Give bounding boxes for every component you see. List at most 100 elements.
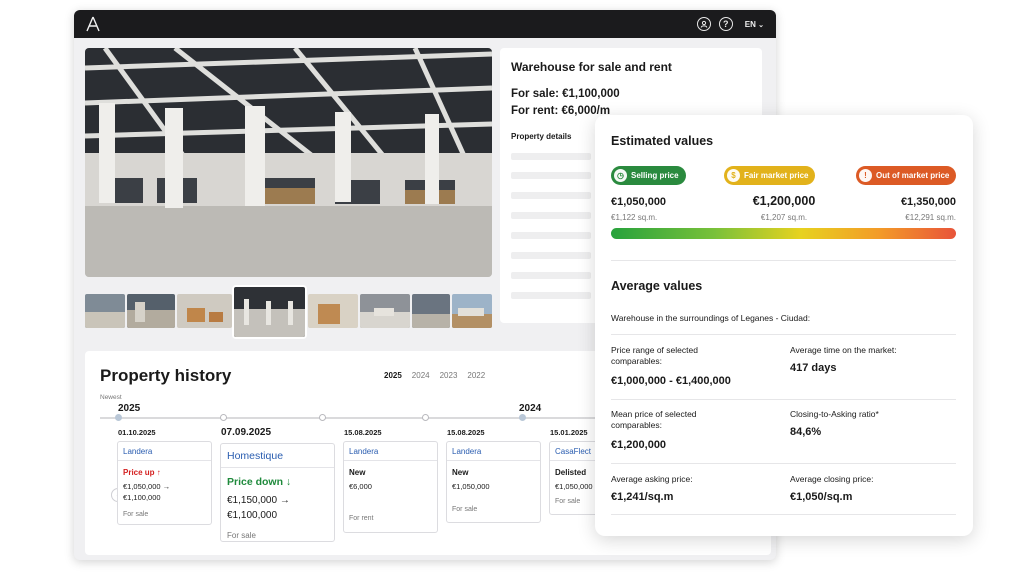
- portal-link[interactable]: Landera: [447, 442, 540, 461]
- history-event-card[interactable]: Landera Price up ↑ €1,050,000 → €1,100,00…: [117, 441, 212, 525]
- metric-value: €1,241/sq.m: [611, 491, 674, 503]
- metric-value: 417 days: [790, 362, 837, 374]
- thumbnail[interactable]: [308, 294, 358, 328]
- sale-price: For sale: €1,100,000: [511, 88, 620, 100]
- timeline-marker: [422, 414, 429, 421]
- portal-link[interactable]: Landera: [118, 442, 211, 461]
- out-of-market-price-value: €1,350,000: [900, 196, 956, 208]
- event-date: 07.09.2025: [221, 427, 272, 438]
- badge-label: Fair market price: [744, 171, 809, 180]
- history-event-card[interactable]: Homestique Price down ↓ €1,150,000 → €1,1…: [220, 443, 335, 542]
- average-values-subtitle: Warehouse in the surroundings of Leganes…: [611, 313, 811, 323]
- price-change: Price down ↓: [227, 476, 292, 488]
- thumbnail[interactable]: [360, 294, 410, 328]
- out-of-market-price-badge: ! Out of market price: [856, 166, 957, 185]
- timeline-marker: [115, 414, 122, 421]
- price-range-gradient-bar: [611, 228, 956, 239]
- timeline-marker: [319, 414, 326, 421]
- coin-icon: $: [727, 169, 740, 182]
- selling-price-value: €1,050,000: [611, 196, 667, 208]
- property-details-title: Property details: [511, 132, 572, 141]
- thumbnail[interactable]: [412, 294, 450, 328]
- event-date: 01.10.2025: [118, 428, 156, 437]
- badge-label: Selling price: [631, 171, 679, 180]
- metric-label: Average asking price:: [611, 474, 693, 484]
- portal-link[interactable]: Landera: [344, 442, 437, 461]
- thumbnail[interactable]: [177, 294, 232, 328]
- timeline-marker: [519, 414, 526, 421]
- listing-type: For rent: [349, 515, 374, 523]
- chevron-down-icon: ⌄: [758, 21, 764, 29]
- thumbnail[interactable]: [127, 294, 175, 328]
- thumbnail-selected[interactable]: [234, 287, 305, 337]
- badge-label: Out of market price: [876, 171, 950, 180]
- event-value: €1,100,000: [123, 493, 161, 503]
- estimated-values-title: Estimated values: [611, 134, 714, 148]
- history-title: Property history: [100, 366, 232, 385]
- history-event-card[interactable]: Landera New €6,000 For rent: [343, 441, 438, 533]
- details-placeholder: [511, 192, 591, 199]
- details-placeholder: [511, 272, 591, 279]
- clock-icon: ◷: [614, 169, 627, 182]
- out-of-market-price-per-sqm: €12,291 sq.m.: [905, 213, 956, 222]
- details-placeholder: [511, 232, 591, 239]
- divider: [611, 463, 956, 464]
- metric-label: Average closing price:: [790, 474, 874, 484]
- divider: [611, 260, 956, 261]
- listing-type: For sale: [123, 510, 149, 518]
- thumbnail-strip: [85, 287, 492, 337]
- listing-type: For sale: [452, 506, 478, 514]
- details-placeholder: [511, 153, 591, 160]
- metric-label: Price range of selected comparables:: [611, 345, 698, 367]
- event-value: €1,050,000: [452, 482, 490, 491]
- metric-value: 84,6%: [790, 426, 822, 438]
- main-property-photo[interactable]: [85, 48, 492, 277]
- portal-link[interactable]: Homestique: [221, 444, 334, 468]
- selling-price-per-sqm: €1,122 sq.m.: [611, 213, 658, 222]
- history-event-card[interactable]: Landera New €1,050,000 For sale: [446, 441, 541, 523]
- user-icon[interactable]: [696, 17, 711, 31]
- metric-label: Closing-to-Asking ratio*: [790, 409, 879, 419]
- language-label: EN: [744, 19, 756, 29]
- event-date: 15.08.2025: [447, 428, 485, 437]
- thumbnail[interactable]: [85, 294, 125, 328]
- year-tab[interactable]: 2023: [440, 371, 458, 380]
- status-change: New: [452, 468, 469, 477]
- event-value: €1,050,000 →: [123, 482, 171, 491]
- details-placeholder: [511, 292, 591, 299]
- timeline-marker: [220, 414, 227, 421]
- listing-title: Warehouse for sale and rent: [511, 60, 672, 74]
- language-selector[interactable]: EN ⌄: [745, 20, 764, 29]
- year-tabs: 2025 2024 2023 2022: [384, 371, 485, 380]
- details-placeholder: [511, 172, 591, 179]
- timeline-year: 2024: [519, 403, 542, 414]
- metric-value: €1,000,000 - €1,400,000: [611, 375, 731, 387]
- rent-price: For rent: €6,000/m: [511, 105, 611, 117]
- newest-label: Newest: [100, 394, 122, 401]
- average-values-title: Average values: [611, 279, 703, 293]
- metric-label: Average time on the market:: [790, 345, 897, 355]
- divider: [611, 399, 956, 400]
- year-tab[interactable]: 2025: [384, 371, 402, 380]
- year-tab[interactable]: 2024: [412, 371, 430, 380]
- metric-label: Mean price of selected comparables:: [611, 409, 697, 431]
- top-bar: ? EN ⌄: [74, 10, 776, 38]
- alert-icon: !: [859, 169, 872, 182]
- event-value: €1,100,000: [227, 510, 278, 521]
- event-value: €6,000: [349, 482, 372, 491]
- event-value: €1,150,000 →: [227, 495, 290, 506]
- price-change: Price up ↑: [123, 468, 161, 477]
- fair-market-price-badge: $ Fair market price: [724, 166, 816, 185]
- divider: [611, 514, 956, 515]
- listing-type: For sale: [227, 531, 256, 540]
- event-date: 15.08.2025: [344, 428, 382, 437]
- metric-value: €1,050/sq.m: [790, 491, 853, 503]
- fair-market-price-value: €1,200,000: [752, 194, 816, 208]
- status-change: New: [349, 468, 366, 477]
- details-placeholder: [511, 252, 591, 259]
- year-tab[interactable]: 2022: [467, 371, 485, 380]
- help-icon[interactable]: ?: [718, 17, 733, 31]
- metric-value: €1,200,000: [611, 439, 667, 451]
- thumbnail[interactable]: [452, 294, 492, 328]
- a-logo[interactable]: [86, 16, 100, 32]
